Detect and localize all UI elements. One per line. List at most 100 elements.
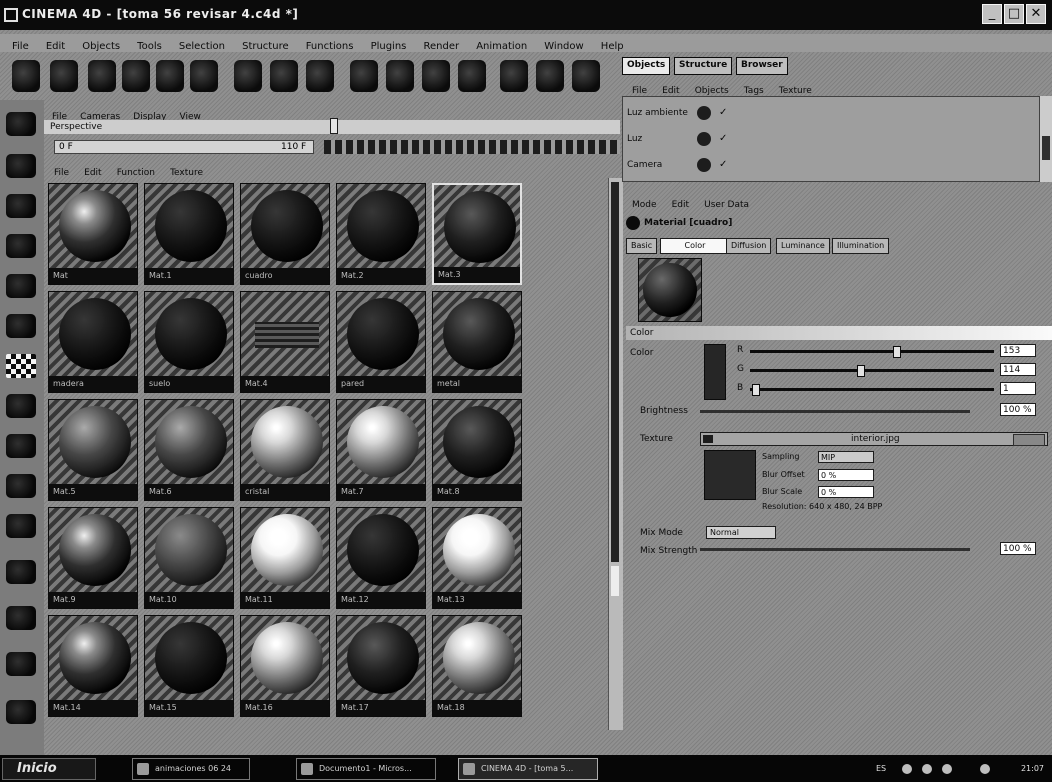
taskbar-item[interactable]: Documento1 - Micros... xyxy=(296,758,436,780)
material-cell[interactable]: cuadro xyxy=(240,183,330,285)
move-icon[interactable] xyxy=(122,60,150,92)
taskbar-item[interactable]: CINEMA 4D - [toma 5... xyxy=(458,758,598,780)
material-cell[interactable]: Mat.10 xyxy=(144,507,234,609)
material-cell[interactable]: Mat.18 xyxy=(432,615,522,717)
mm-menu-texture[interactable]: Texture xyxy=(170,164,203,182)
cube-icon[interactable] xyxy=(500,60,528,92)
tab-color[interactable]: Color xyxy=(660,238,730,254)
undo-icon[interactable] xyxy=(12,60,40,92)
tab-objects[interactable]: Objects xyxy=(622,57,671,75)
axis-icon[interactable] xyxy=(6,560,36,584)
picture-viewer-icon[interactable] xyxy=(458,60,486,92)
paint-icon[interactable] xyxy=(6,514,36,538)
mix-strength-field[interactable]: 100 % xyxy=(1000,542,1036,555)
edge-icon[interactable] xyxy=(6,274,36,298)
channel-slider[interactable] xyxy=(750,346,994,358)
material-cell[interactable]: Mat.4 xyxy=(240,291,330,393)
channel-value-field[interactable]: 1 xyxy=(1000,382,1036,395)
material-cell[interactable]: Mat.6 xyxy=(144,399,234,501)
channel-slider-knob[interactable] xyxy=(857,365,865,377)
timeline-handle[interactable] xyxy=(330,118,338,134)
rotate-icon[interactable] xyxy=(190,60,218,92)
material-cell[interactable]: Mat.5 xyxy=(48,399,138,501)
tab-illumination[interactable]: Illumination xyxy=(832,238,890,254)
object-icon[interactable] xyxy=(6,194,36,218)
attr-menu-userdata[interactable]: User Data xyxy=(704,197,749,213)
material-cell[interactable]: Mat.14 xyxy=(48,615,138,717)
magnet-icon[interactable] xyxy=(6,606,36,630)
x-axis-icon[interactable] xyxy=(234,60,262,92)
nurbs-icon[interactable] xyxy=(536,60,564,92)
brightness-slider[interactable] xyxy=(700,410,970,413)
texture-field[interactable]: interior.jpg xyxy=(700,432,1048,446)
mm-menu-edit[interactable]: Edit xyxy=(84,164,101,182)
channel-value-field[interactable]: 114 xyxy=(1000,363,1036,376)
checker-icon[interactable] xyxy=(6,354,36,378)
material-cell[interactable]: Mat.17 xyxy=(336,615,426,717)
scrollbar-track[interactable] xyxy=(611,182,619,562)
channel-slider-knob[interactable] xyxy=(752,384,760,396)
scale-icon[interactable] xyxy=(156,60,184,92)
material-cell[interactable]: cristal xyxy=(240,399,330,501)
material-cell[interactable]: suelo xyxy=(144,291,234,393)
security-icon[interactable] xyxy=(942,764,952,774)
sphere-tool-icon[interactable] xyxy=(6,394,36,418)
mm-menu-function[interactable]: Function xyxy=(117,164,155,182)
deformer-icon[interactable] xyxy=(572,60,600,92)
tab-diffusion[interactable]: Diffusion xyxy=(726,238,772,254)
material-cell[interactable]: metal xyxy=(432,291,522,393)
point-icon[interactable] xyxy=(6,234,36,258)
check-icon[interactable]: ✓ xyxy=(719,131,727,147)
app-tray-icon[interactable] xyxy=(980,764,990,774)
mm-menu-file[interactable]: File xyxy=(54,164,69,182)
channel-slider[interactable] xyxy=(750,384,994,396)
language-indicator[interactable]: ES xyxy=(876,758,886,780)
material-cell[interactable]: Mat xyxy=(48,183,138,285)
material-cell[interactable]: Mat.8 xyxy=(432,399,522,501)
channel-slider[interactable] xyxy=(750,365,994,377)
texture-icon[interactable] xyxy=(6,314,36,338)
channel-slider-knob[interactable] xyxy=(893,346,901,358)
object-scroll-thumb[interactable] xyxy=(1042,136,1050,160)
redo-icon[interactable] xyxy=(50,60,78,92)
mix-strength-slider[interactable] xyxy=(700,548,970,551)
brush-icon[interactable] xyxy=(6,434,36,458)
render-view-icon[interactable] xyxy=(350,60,378,92)
sampling-dropdown[interactable]: MIP xyxy=(818,451,874,463)
material-cell[interactable]: Mat.1 xyxy=(144,183,234,285)
brightness-field[interactable]: 100 % xyxy=(1000,403,1036,416)
check-icon[interactable]: ✓ xyxy=(719,157,727,173)
start-button[interactable]: Inicio xyxy=(2,758,96,780)
material-cell[interactable]: Mat.15 xyxy=(144,615,234,717)
color-swatch[interactable] xyxy=(704,344,726,400)
network-icon[interactable] xyxy=(902,764,912,774)
scrollbar-thumb[interactable] xyxy=(611,566,619,596)
tab-structure[interactable]: Structure xyxy=(674,57,733,75)
material-cell[interactable]: pared xyxy=(336,291,426,393)
material-cell[interactable]: madera xyxy=(48,291,138,393)
timeline-bar[interactable]: Perspective xyxy=(44,118,620,134)
object-row[interactable]: Luz ✓ xyxy=(627,131,1037,147)
object-scrollbar[interactable] xyxy=(1040,96,1052,182)
hand-icon[interactable] xyxy=(6,700,36,724)
object-row[interactable]: Camera ✓ xyxy=(627,157,1037,173)
minimize-button[interactable]: _ xyxy=(982,4,1002,24)
material-cell[interactable]: Mat.13 xyxy=(432,507,522,609)
volume-icon[interactable] xyxy=(922,764,932,774)
attr-menu-mode[interactable]: Mode xyxy=(632,197,657,213)
playback-controls[interactable] xyxy=(324,140,620,154)
object-row[interactable]: Luz ambiente ✓ xyxy=(627,105,1037,121)
live-select-icon[interactable] xyxy=(88,60,116,92)
check-icon[interactable]: ✓ xyxy=(719,105,727,121)
material-cell[interactable]: Mat.11 xyxy=(240,507,330,609)
material-scrollbar[interactable] xyxy=(608,178,623,730)
texture-dropdown-icon[interactable] xyxy=(703,435,713,443)
knife-icon[interactable] xyxy=(6,652,36,676)
frame-range-field[interactable]: 0 F 110 F xyxy=(54,140,314,154)
material-cell[interactable]: Mat.7 xyxy=(336,399,426,501)
z-axis-icon[interactable] xyxy=(306,60,334,92)
pen-icon[interactable] xyxy=(6,474,36,498)
tab-luminance[interactable]: Luminance xyxy=(776,238,830,254)
tab-basic[interactable]: Basic xyxy=(626,238,658,254)
channel-value-field[interactable]: 153 xyxy=(1000,344,1036,357)
